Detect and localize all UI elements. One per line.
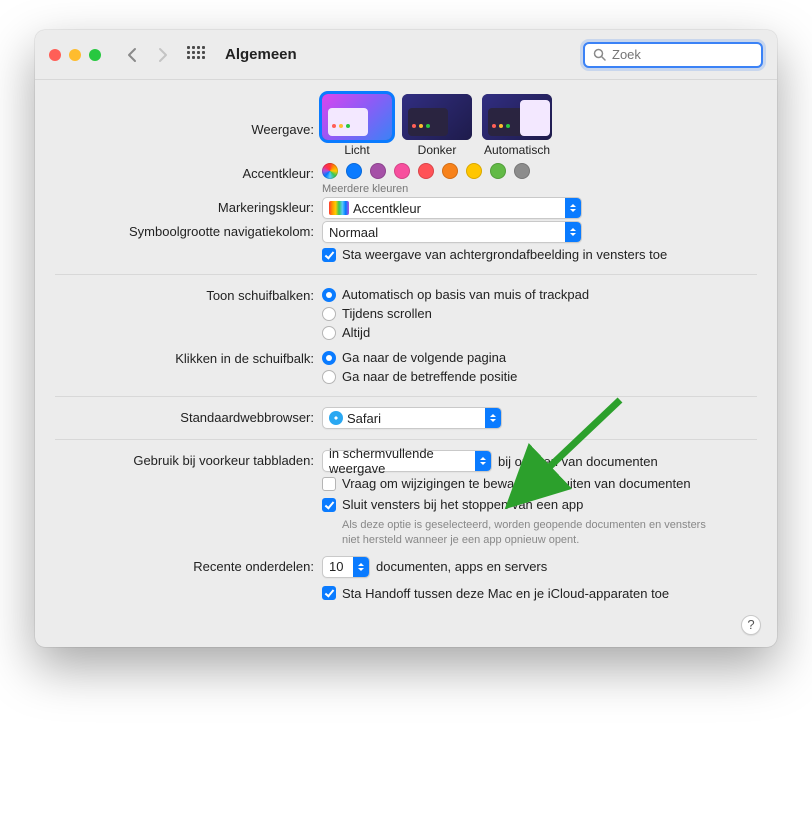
- divider: [55, 274, 757, 275]
- chevron-updown-icon: [353, 557, 369, 577]
- minimize-window-button[interactable]: [69, 49, 81, 61]
- tabs-select[interactable]: in schermvullende weergave: [322, 450, 492, 472]
- zoom-window-button[interactable]: [89, 49, 101, 61]
- safari-icon: [329, 411, 343, 425]
- show-all-button[interactable]: [185, 44, 207, 66]
- scrollbars-option-auto[interactable]: Automatisch op basis van muis of trackpa…: [322, 287, 757, 302]
- scrollbars-option-scrolling[interactable]: Tijdens scrollen: [322, 306, 757, 321]
- back-button[interactable]: [121, 44, 143, 66]
- tabs-suffix: bij openen van documenten: [498, 454, 658, 469]
- toolbar: Algemeen: [35, 30, 777, 80]
- help-button[interactable]: ?: [741, 615, 761, 635]
- accent-graphite[interactable]: [514, 163, 530, 179]
- accent-sublabel: Meerdere kleuren: [322, 183, 757, 195]
- scroll-click-radio-group: Ga naar de volgende pagina Ga naar de be…: [322, 348, 757, 386]
- accent-yellow[interactable]: [466, 163, 482, 179]
- recent-label: Recente onderdelen:: [55, 556, 322, 574]
- tabs-label: Gebruik bij voorkeur tabbladen:: [55, 450, 322, 468]
- search-field[interactable]: [583, 42, 763, 68]
- accent-label: Accentkleur:: [55, 163, 322, 181]
- window-controls: [49, 49, 101, 61]
- accent-red[interactable]: [418, 163, 434, 179]
- scrollbars-option-always[interactable]: Altijd: [322, 325, 757, 340]
- wallpaper-tint-checkbox[interactable]: Sta weergave van achtergrondafbeelding i…: [322, 245, 757, 264]
- appearance-option-auto[interactable]: Automatisch: [482, 94, 552, 157]
- forward-button[interactable]: [151, 44, 173, 66]
- scroll-click-label: Klikken in de schuifbalk:: [55, 348, 322, 366]
- chevron-updown-icon: [565, 198, 581, 218]
- handoff-checkbox[interactable]: Sta Handoff tussen deze Mac en je iCloud…: [322, 584, 757, 603]
- chevron-updown-icon: [475, 451, 491, 471]
- chevron-updown-icon: [485, 408, 501, 428]
- recent-select[interactable]: 10: [322, 556, 370, 578]
- close-windows-help: Als deze optie is geselecteerd, worden g…: [342, 518, 722, 548]
- highlight-label: Markeringskleur:: [55, 197, 322, 215]
- appearance-label: Weergave:: [55, 94, 322, 137]
- accent-color-picker: [322, 163, 757, 179]
- scroll-click-option-spot[interactable]: Ga naar de betreffende positie: [322, 369, 757, 384]
- accent-green[interactable]: [490, 163, 506, 179]
- ask-save-checkbox[interactable]: Vraag om wijzigingen te bewaren bij slui…: [322, 474, 757, 493]
- preferences-window: Algemeen Weergave: Licht: [35, 30, 777, 647]
- search-input[interactable]: [612, 47, 753, 62]
- recent-suffix: documenten, apps en servers: [376, 559, 547, 574]
- grid-icon: [187, 46, 205, 64]
- highlight-swatch-icon: [329, 201, 349, 215]
- default-browser-select[interactable]: Safari: [322, 407, 502, 429]
- scrollbars-label: Toon schuifbalken:: [55, 285, 322, 303]
- window-title: Algemeen: [225, 46, 297, 63]
- accent-multicolor[interactable]: [322, 163, 338, 179]
- accent-blue[interactable]: [346, 163, 362, 179]
- sidebar-size-select[interactable]: Normaal: [322, 221, 582, 243]
- chevron-updown-icon: [565, 222, 581, 242]
- scroll-click-option-page[interactable]: Ga naar de volgende pagina: [322, 350, 757, 365]
- sidebar-size-label: Symboolgrootte navigatiekolom:: [55, 221, 322, 239]
- accent-orange[interactable]: [442, 163, 458, 179]
- appearance-option-light[interactable]: Licht: [322, 94, 392, 157]
- close-windows-checkbox[interactable]: Sluit vensters bij het stoppen van een a…: [322, 495, 757, 514]
- browser-label: Standaardwebbrowser:: [55, 407, 322, 425]
- search-icon: [593, 48, 606, 61]
- appearance-option-dark[interactable]: Donker: [402, 94, 472, 157]
- accent-purple[interactable]: [370, 163, 386, 179]
- divider: [55, 439, 757, 440]
- highlight-select[interactable]: Accentkleur: [322, 197, 582, 219]
- pane-content: Weergave: Licht Donker Automatisch: [35, 80, 777, 647]
- accent-pink[interactable]: [394, 163, 410, 179]
- divider: [55, 396, 757, 397]
- scrollbars-radio-group: Automatisch op basis van muis of trackpa…: [322, 285, 757, 342]
- close-window-button[interactable]: [49, 49, 61, 61]
